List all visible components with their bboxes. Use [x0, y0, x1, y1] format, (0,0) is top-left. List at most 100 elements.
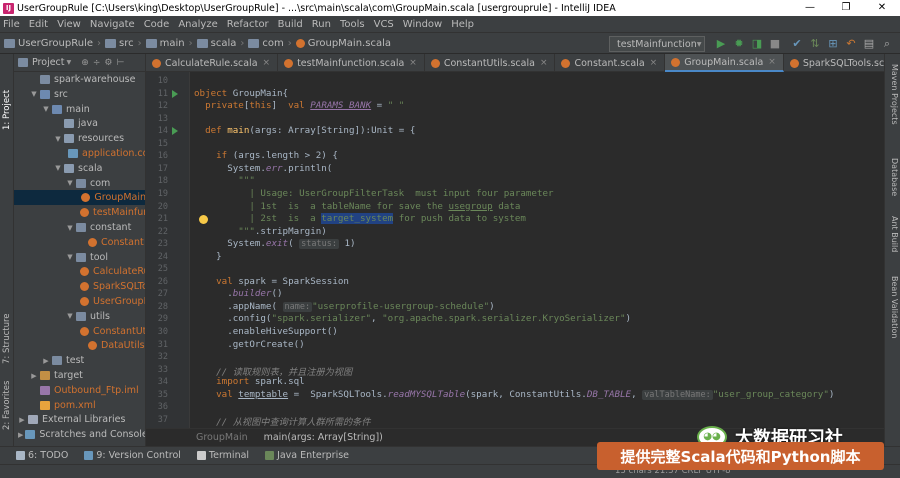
breadcrumb-item[interactable]: com › [248, 38, 292, 49]
project-tool-button[interactable]: 1: Project [2, 90, 12, 130]
chevron-down-icon[interactable]: ▼ [54, 135, 62, 143]
bean-validation-tool-button[interactable]: Bean Validation [890, 276, 899, 338]
ant-build-tool-button[interactable]: Ant Build [890, 216, 899, 252]
tree-item[interactable]: spark-warehouse [14, 72, 145, 87]
tree-item[interactable]: ▼ scala [14, 161, 145, 176]
favorites-tool-button[interactable]: 2: Favorites [2, 381, 12, 430]
tree-item[interactable]: Constant [14, 235, 145, 250]
menu-refactor[interactable]: Refactor [227, 19, 269, 30]
panel-actions-icon[interactable]: ⊕÷⚙⊢ [81, 58, 128, 68]
structure-icon[interactable]: ⊞ [826, 37, 840, 51]
close-icon[interactable]: × [409, 58, 417, 68]
back-icon[interactable]: ↶ [844, 37, 858, 51]
settings-icon[interactable]: ▤ [862, 37, 876, 51]
close-button[interactable]: ✕ [864, 0, 900, 16]
tree-item[interactable]: ▼ resources [14, 131, 145, 146]
menu-navigate[interactable]: Navigate [90, 19, 135, 30]
chevron-down-icon[interactable]: ▼ [66, 253, 74, 261]
breadcrumb-object[interactable]: GroupMain [196, 432, 248, 443]
tree-item[interactable]: GroupMain [14, 190, 145, 206]
breadcrumb-item[interactable]: UserGroupRule › [4, 38, 101, 49]
run-gutter-icon[interactable] [172, 127, 178, 136]
menu-analyze[interactable]: Analyze [178, 19, 217, 30]
menu-edit[interactable]: Edit [29, 19, 48, 30]
menu-file[interactable]: File [3, 19, 20, 30]
chevron-down-icon[interactable]: ▼ [30, 90, 38, 98]
menu-build[interactable]: Build [278, 19, 303, 30]
menu-tools[interactable]: Tools [340, 19, 365, 30]
tree-item[interactable]: UserGroupRule [14, 294, 145, 309]
chevron-right-icon[interactable]: ▶ [18, 431, 23, 439]
search-icon[interactable]: ⌕ [880, 37, 894, 51]
editor-tab[interactable]: Constant.scala × [555, 54, 666, 72]
editor-tab[interactable]: SparkSQLTools.scala× [784, 54, 900, 72]
intention-bulb-icon[interactable] [199, 215, 208, 225]
tree-item[interactable]: Outbound_Ftp.iml [14, 383, 145, 398]
structure-tool-button[interactable]: 7: Structure [2, 313, 12, 364]
breadcrumb-method[interactable]: main(args: Array[String]) [264, 432, 383, 443]
tree-item[interactable]: java [14, 116, 145, 131]
editor-tab[interactable]: ConstantUtils.scala × [425, 54, 556, 72]
vcs-icon[interactable]: ⇅ [808, 37, 822, 51]
breadcrumb-item[interactable]: src › [105, 38, 142, 49]
minimize-button[interactable]: — [792, 0, 828, 16]
build-icon[interactable]: ✔ [790, 37, 804, 51]
tree-item[interactable]: pom.xml [14, 398, 145, 413]
chevron-right-icon[interactable]: ▶ [42, 357, 50, 365]
tree-item[interactable]: ▶ target [14, 368, 145, 383]
tree-item[interactable]: ▼ utils [14, 309, 145, 324]
todo-tool-button[interactable]: 6: TODO [16, 450, 68, 461]
breadcrumb-item[interactable]: scala › [196, 38, 244, 49]
chevron-down-icon[interactable]: ▼ [66, 179, 74, 187]
editor-tab[interactable]: GroupMain.scala × [665, 54, 784, 72]
editor-tab[interactable]: CalculateRule.scala × [146, 54, 279, 72]
chevron-down-icon[interactable]: ▼ [42, 105, 50, 113]
menu-view[interactable]: View [57, 19, 81, 30]
tree-item[interactable]: ▼ constant [14, 220, 145, 235]
java-enterprise-tool-button[interactable]: Java Enterprise [265, 450, 349, 461]
chevron-right-icon[interactable]: ▶ [30, 372, 38, 380]
run-gutter-icon[interactable] [172, 89, 178, 98]
coverage-icon[interactable]: ◨ [750, 37, 764, 51]
chevron-down-icon[interactable]: ▼ [66, 224, 74, 232]
run-icon[interactable]: ▶ [714, 37, 728, 51]
chevron-down-icon[interactable]: ▼ [66, 312, 74, 320]
tree-item[interactable]: ▶ Scratches and Consoles [14, 427, 145, 442]
breadcrumb-item[interactable]: main › [145, 38, 193, 49]
close-icon[interactable]: × [768, 57, 776, 67]
breadcrumb-item[interactable]: GroupMain.scala [295, 38, 391, 49]
menu-run[interactable]: Run [312, 19, 331, 30]
tree-item[interactable]: ▶ External Libraries [14, 412, 145, 427]
maximize-button[interactable]: ❐ [828, 0, 864, 16]
menu-vcs[interactable]: VCS [374, 19, 394, 30]
database-tool-button[interactable]: Database [890, 158, 899, 196]
maven-projects-tool-button[interactable]: Maven Projects [890, 64, 899, 125]
tree-item[interactable]: SparkSQLTools [14, 279, 145, 294]
tree-item[interactable]: CalculateRule [14, 264, 145, 279]
run-configuration-select[interactable]: testMainfunction ▾ [609, 36, 705, 52]
tree-item[interactable]: ▼ src [14, 87, 145, 102]
close-icon[interactable]: × [650, 58, 658, 68]
close-icon[interactable]: × [263, 58, 271, 68]
tree-item[interactable]: DataUtils [14, 338, 145, 353]
menu-help[interactable]: Help [451, 19, 474, 30]
editor-tab[interactable]: testMainfunction.scala × [278, 54, 425, 72]
tree-item[interactable]: ConstantUtils [14, 324, 145, 339]
debug-icon[interactable]: ✹ [732, 37, 746, 51]
tree-item[interactable]: ▼ main [14, 102, 145, 117]
stop-icon[interactable]: ■ [768, 37, 782, 51]
tree-item[interactable]: ▼ tool [14, 250, 145, 265]
chevron-down-icon[interactable]: ▼ [54, 164, 62, 172]
tree-item[interactable]: testMainfunction [14, 205, 145, 220]
code-editor[interactable]: object GroupMain{ private[this] val PARA… [190, 72, 884, 428]
tree-item[interactable]: ▼ com [14, 176, 145, 191]
tree-item[interactable]: ▶ test [14, 353, 145, 368]
terminal-tool-button[interactable]: Terminal [196, 450, 249, 461]
menu-window[interactable]: Window [403, 19, 442, 30]
vcs-tool-button[interactable]: 9: Version Control [84, 450, 181, 461]
project-view-select[interactable]: Project [32, 57, 65, 68]
tree-item[interactable]: application.conf [14, 146, 145, 161]
menu-code[interactable]: Code [144, 19, 170, 30]
close-icon[interactable]: × [540, 58, 548, 68]
chevron-right-icon[interactable]: ▶ [18, 416, 26, 424]
